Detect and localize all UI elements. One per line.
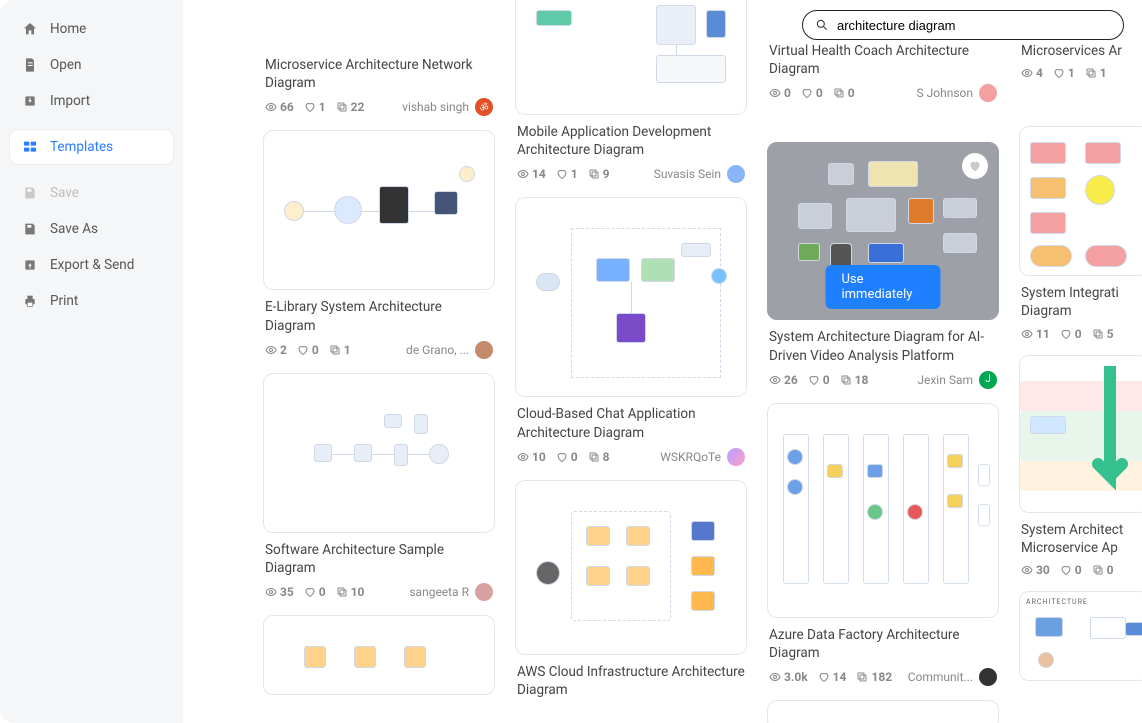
template-card[interactable]: System Integrati Diagram 11 0 5 [1019, 126, 1142, 340]
nav-label: Export & Send [50, 257, 134, 273]
avatar [727, 448, 745, 466]
card-thumbnail [263, 615, 495, 695]
card-title: System Integrati Diagram [1019, 282, 1142, 320]
favorite-button[interactable] [962, 153, 988, 179]
card-author: Jexin SamJ [917, 371, 997, 389]
nav-save-as[interactable]: Save As [10, 212, 173, 246]
avatar [475, 341, 493, 359]
card-stats: 14 1 9 [517, 167, 610, 181]
card-stats: 3.0k 14 182 [769, 670, 892, 684]
nav-open[interactable]: Open [10, 48, 173, 82]
nav-label: Save [50, 185, 79, 201]
card-stats: 4 1 1 [1021, 66, 1107, 80]
avatar [979, 668, 997, 686]
export-icon [22, 257, 38, 273]
file-icon [22, 57, 38, 73]
templates-icon [22, 139, 38, 155]
card-author: de Grano, ... [406, 341, 493, 359]
card-thumbnail [1019, 355, 1142, 513]
print-icon [22, 293, 38, 309]
card-title: Virtual Health Coach Architecture Diagra… [767, 40, 999, 78]
avatar [727, 165, 745, 183]
template-card[interactable]: E-Library System Architecture Diagram 2 … [263, 130, 495, 358]
nav-export[interactable]: Export & Send [10, 248, 173, 282]
import-icon [22, 93, 38, 109]
nav-save: Save [10, 176, 173, 210]
heart-icon [304, 101, 316, 113]
nav-label: Templates [50, 139, 113, 155]
template-card[interactable] [263, 615, 495, 695]
nav-import[interactable]: Import [10, 84, 173, 118]
template-card[interactable]: System Architect Microservice Ap 30 0 0 [1019, 355, 1142, 577]
card-title: E-Library System Architecture Diagram [263, 296, 495, 334]
card-thumbnail [515, 480, 747, 655]
use-immediately-button[interactable]: Use immediately [826, 265, 941, 309]
template-card[interactable]: Mobile Application Development Architect… [515, 0, 747, 183]
save-icon [22, 185, 38, 201]
card-thumbnail [767, 700, 999, 723]
card-thumbnail: ARCHITECTURE [1019, 591, 1142, 681]
templates-grid: Microservice Architecture Network Diagra… [183, 0, 1142, 723]
card-title: Software Architecture Sample Diagram [263, 539, 495, 577]
template-card[interactable]: Cloud-Based Chat Application Architectur… [515, 197, 747, 465]
home-icon [22, 21, 38, 37]
card-stats: 2 0 1 [265, 343, 351, 357]
card-thumbnail [515, 0, 747, 115]
avatar [475, 583, 493, 601]
card-stats: 66 1 22 [265, 100, 364, 114]
template-card[interactable]: Microservice Architecture Network Diagra… [263, 40, 495, 116]
card-thumbnail [515, 197, 747, 397]
card-author: vishab singhॐ [402, 98, 493, 116]
template-card[interactable]: Software Architecture Sample Diagram 35 … [263, 373, 495, 601]
arrow-icon [1090, 366, 1130, 506]
template-card[interactable]: Azure Data Factory Architecture Diagram … [767, 403, 999, 686]
card-title: System Architecture Diagram for AI-Drive… [767, 326, 999, 364]
card-stats: 10 0 8 [517, 450, 610, 464]
card-stats: 0 0 0 [769, 86, 855, 100]
card-stats: 26 0 18 [769, 373, 868, 387]
nav-templates[interactable]: Templates [10, 130, 173, 164]
copy-icon [336, 101, 348, 113]
eye-icon [265, 101, 277, 113]
card-thumbnail: Use immediately [767, 142, 999, 320]
sidebar: Home Open Import Templates Save Save As … [0, 0, 183, 723]
card-thumbnail [263, 373, 495, 533]
nav-print[interactable]: Print [10, 284, 173, 318]
card-title: Mobile Application Development Architect… [515, 121, 747, 159]
avatar [979, 84, 997, 102]
card-stats: 11 0 5 [1021, 327, 1114, 341]
card-stats: 35 0 10 [265, 585, 364, 599]
card-thumbnail [767, 403, 999, 618]
nav-label: Open [50, 57, 81, 73]
nav-label: Print [50, 293, 78, 309]
card-title: AWS Cloud Infrastructure Architecture Di… [515, 661, 747, 699]
card-author: Communit... [908, 668, 997, 686]
save-as-icon [22, 221, 38, 237]
avatar: ॐ [475, 98, 493, 116]
card-author: sangeeta R [409, 583, 493, 601]
template-card[interactable]: Virtual Health Coach Architecture Diagra… [767, 40, 999, 102]
card-title: Azure Data Factory Architecture Diagram [767, 624, 999, 662]
nav-label: Home [50, 21, 86, 37]
card-author: Suvasis Sein [654, 165, 745, 183]
card-title: Microservice Architecture Network Diagra… [263, 54, 495, 92]
nav-home[interactable]: Home [10, 12, 173, 46]
card-title: Cloud-Based Chat Application Architectur… [515, 403, 747, 441]
template-card[interactable]: Use immediately System Architecture Diag… [767, 142, 999, 388]
card-author: WSKRQoTe [660, 448, 745, 466]
avatar: J [979, 371, 997, 389]
card-thumbnail [1019, 126, 1142, 276]
card-thumbnail [263, 130, 495, 290]
nav-label: Import [50, 93, 90, 109]
card-title: Microservices Ar [1019, 40, 1142, 60]
card-stats: 30 0 0 [1021, 563, 1114, 577]
card-author: S Johnson [917, 84, 997, 102]
nav-label: Save As [50, 221, 98, 237]
template-card[interactable]: AWS Cloud Infrastructure Architecture Di… [515, 480, 747, 699]
card-title: System Architect Microservice Ap [1019, 519, 1142, 557]
template-card[interactable]: Microservices Ar 4 1 1 [1019, 40, 1142, 80]
